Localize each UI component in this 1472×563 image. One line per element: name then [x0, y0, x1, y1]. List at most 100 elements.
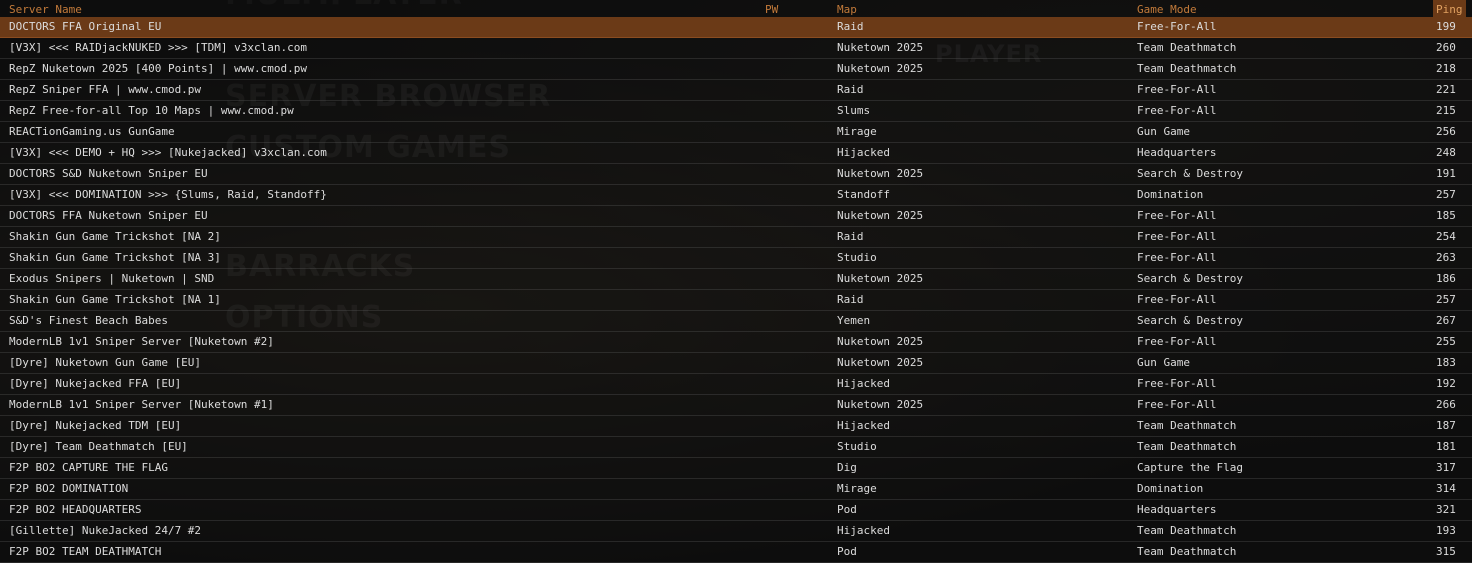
- server-row[interactable]: S&D's Finest Beach Babes Yemen Search & De…: [0, 311, 1472, 332]
- server-name: Exodus Snipers | Nuketown | SND: [9, 272, 215, 285]
- server-ping: 321: [1436, 503, 1456, 516]
- server-row[interactable]: RepZ Sniper FFA | www.cmod.pw Raid Free-Fo…: [0, 80, 1472, 101]
- server-name: F2P BO2 CAPTURE THE FLAG: [9, 461, 168, 474]
- server-map: Hijacked: [837, 419, 890, 432]
- server-ping: 183: [1436, 356, 1456, 369]
- server-game-mode: Headquarters: [1137, 146, 1217, 159]
- server-list: Server Name PW Map Game Mode Ping DOCTOR…: [0, 0, 1472, 563]
- server-ping: 218: [1436, 62, 1456, 75]
- server-game-mode: Domination: [1137, 188, 1204, 201]
- server-ping: 199: [1436, 20, 1456, 33]
- server-game-mode: Headquarters: [1137, 503, 1217, 516]
- server-name: REACTionGaming.us GunGame: [9, 125, 175, 138]
- server-row[interactable]: RepZ Free-for-all Top 10 Maps | www.cmod…: [0, 101, 1472, 122]
- server-row[interactable]: [V3X] <<< DOMINATION >>> {Slums, Raid, S…: [0, 185, 1472, 206]
- server-name: RepZ Nuketown 2025 [400 Points] | www.cm…: [9, 62, 308, 75]
- server-map: Dig: [837, 461, 857, 474]
- server-game-mode: Team Deathmatch: [1137, 419, 1237, 432]
- server-name: RepZ Free-for-all Top 10 Maps | www.cmod…: [9, 104, 294, 117]
- server-game-mode: Free-For-All: [1137, 209, 1217, 222]
- server-map: Hijacked: [837, 524, 890, 537]
- server-row[interactable]: Exodus Snipers | Nuketown | SND Nuketown …: [0, 269, 1472, 290]
- server-map: Yemen: [837, 314, 871, 327]
- server-map: Raid: [837, 83, 864, 96]
- server-ping: 257: [1436, 293, 1456, 306]
- server-map: Nuketown 2025: [837, 209, 924, 222]
- server-row[interactable]: F2P BO2 CAPTURE THE FLAG Dig Capture the F…: [0, 458, 1472, 479]
- server-name: [Dyre] Nukejacked FFA [EU]: [9, 377, 182, 390]
- server-map: Hijacked: [837, 377, 890, 390]
- server-row[interactable]: RepZ Nuketown 2025 [400 Points] | www.cm…: [0, 59, 1472, 80]
- server-ping: 193: [1436, 524, 1456, 537]
- server-row[interactable]: [Gillette] NukeJacked 24/7 #2 Hijacked Tea…: [0, 521, 1472, 542]
- server-row[interactable]: [Dyre] Nukejacked FFA [EU] Hijacked Free-F…: [0, 374, 1472, 395]
- server-row[interactable]: Shakin Gun Game Trickshot [NA 2] Raid Free…: [0, 227, 1472, 248]
- server-map: Nuketown 2025: [837, 272, 924, 285]
- server-name: ModernLB 1v1 Sniper Server [Nuketown #1]: [9, 398, 274, 411]
- server-game-mode: Team Deathmatch: [1137, 62, 1237, 75]
- server-ping: 267: [1436, 314, 1456, 327]
- server-row[interactable]: [V3X] <<< DEMO + HQ >>> [Nukejacked] v3x…: [0, 143, 1472, 164]
- server-game-mode: Team Deathmatch: [1137, 524, 1237, 537]
- server-row[interactable]: ModernLB 1v1 Sniper Server [Nuketown #2]…: [0, 332, 1472, 353]
- server-map: Nuketown 2025: [837, 167, 924, 180]
- server-row[interactable]: DOCTORS FFA Original EU Raid Free-For-All 1…: [0, 17, 1472, 38]
- server-row[interactable]: Shakin Gun Game Trickshot [NA 1] Raid Free…: [0, 290, 1472, 311]
- server-name: [Gillette] NukeJacked 24/7 #2: [9, 524, 202, 537]
- server-row[interactable]: Shakin Gun Game Trickshot [NA 3] Studio Fr…: [0, 248, 1472, 269]
- server-game-mode: Team Deathmatch: [1137, 440, 1237, 453]
- server-game-mode: Free-For-All: [1137, 83, 1217, 96]
- server-ping: 248: [1436, 146, 1456, 159]
- server-map: Studio: [837, 251, 877, 264]
- server-row[interactable]: [Dyre] Team Deathmatch [EU] Studio Team De…: [0, 437, 1472, 458]
- server-game-mode: Free-For-All: [1137, 230, 1217, 243]
- server-game-mode: Free-For-All: [1137, 293, 1217, 306]
- server-game-mode: Free-For-All: [1137, 377, 1217, 390]
- server-ping: 314: [1436, 482, 1456, 495]
- server-row[interactable]: [Dyre] Nukejacked TDM [EU] Hijacked Team D…: [0, 416, 1472, 437]
- server-ping: 221: [1436, 83, 1456, 96]
- server-name: Shakin Gun Game Trickshot [NA 3]: [9, 251, 221, 264]
- server-game-mode: Free-For-All: [1137, 251, 1217, 264]
- server-row[interactable]: DOCTORS FFA Nuketown Sniper EU Nuketown 2…: [0, 206, 1472, 227]
- server-game-mode: Free-For-All: [1137, 104, 1217, 117]
- server-ping: 181: [1436, 440, 1456, 453]
- server-game-mode: Team Deathmatch: [1137, 545, 1237, 558]
- server-ping: 187: [1436, 419, 1456, 432]
- server-row[interactable]: F2P BO2 HEADQUARTERS Pod Headquarters 321: [0, 500, 1472, 521]
- server-map: Nuketown 2025: [837, 398, 924, 411]
- server-map: Nuketown 2025: [837, 335, 924, 348]
- server-row[interactable]: DOCTORS S&D Nuketown Sniper EU Nuketown 2…: [0, 164, 1472, 185]
- server-map: Raid: [837, 293, 864, 306]
- server-ping: 215: [1436, 104, 1456, 117]
- server-name: [Dyre] Nukejacked TDM [EU]: [9, 419, 182, 432]
- server-ping: 191: [1436, 167, 1456, 180]
- server-row[interactable]: ModernLB 1v1 Sniper Server [Nuketown #1]…: [0, 395, 1472, 416]
- server-row[interactable]: F2P BO2 TEAM DEATHMATCH Pod Team Deathmatc…: [0, 542, 1472, 563]
- server-row[interactable]: [V3X] <<< RAIDjackNUKED >>> [TDM] v3xcla…: [0, 38, 1472, 59]
- server-game-mode: Search & Destroy: [1137, 167, 1243, 180]
- server-game-mode: Search & Destroy: [1137, 272, 1243, 285]
- server-name: Shakin Gun Game Trickshot [NA 1]: [9, 293, 221, 306]
- server-ping: 186: [1436, 272, 1456, 285]
- server-row[interactable]: F2P BO2 DOMINATION Mirage Domination 314: [0, 479, 1472, 500]
- server-name: DOCTORS S&D Nuketown Sniper EU: [9, 167, 208, 180]
- server-map: Nuketown 2025: [837, 41, 924, 54]
- server-name: F2P BO2 TEAM DEATHMATCH: [9, 545, 162, 558]
- server-name: F2P BO2 DOMINATION: [9, 482, 129, 495]
- server-rows: DOCTORS FFA Original EU Raid Free-For-All 1…: [0, 17, 1472, 563]
- server-map: Nuketown 2025: [837, 356, 924, 369]
- server-game-mode: Free-For-All: [1137, 335, 1217, 348]
- server-row[interactable]: REACTionGaming.us GunGame Mirage Gun Game 2…: [0, 122, 1472, 143]
- server-map: Mirage: [837, 482, 877, 495]
- server-ping: 257: [1436, 188, 1456, 201]
- server-map: Mirage: [837, 125, 877, 138]
- server-ping: 255: [1436, 335, 1456, 348]
- server-row[interactable]: [Dyre] Nuketown Gun Game [EU] Nuketown 20…: [0, 353, 1472, 374]
- server-map: Standoff: [837, 188, 890, 201]
- server-game-mode: Domination: [1137, 482, 1204, 495]
- server-map: Raid: [837, 230, 864, 243]
- server-browser-window: MULTIPLAYER PLAYER SERVER BROWSER CUSTOM…: [0, 0, 1472, 563]
- server-ping: 315: [1436, 545, 1456, 558]
- server-name: ModernLB 1v1 Sniper Server [Nuketown #2]: [9, 335, 274, 348]
